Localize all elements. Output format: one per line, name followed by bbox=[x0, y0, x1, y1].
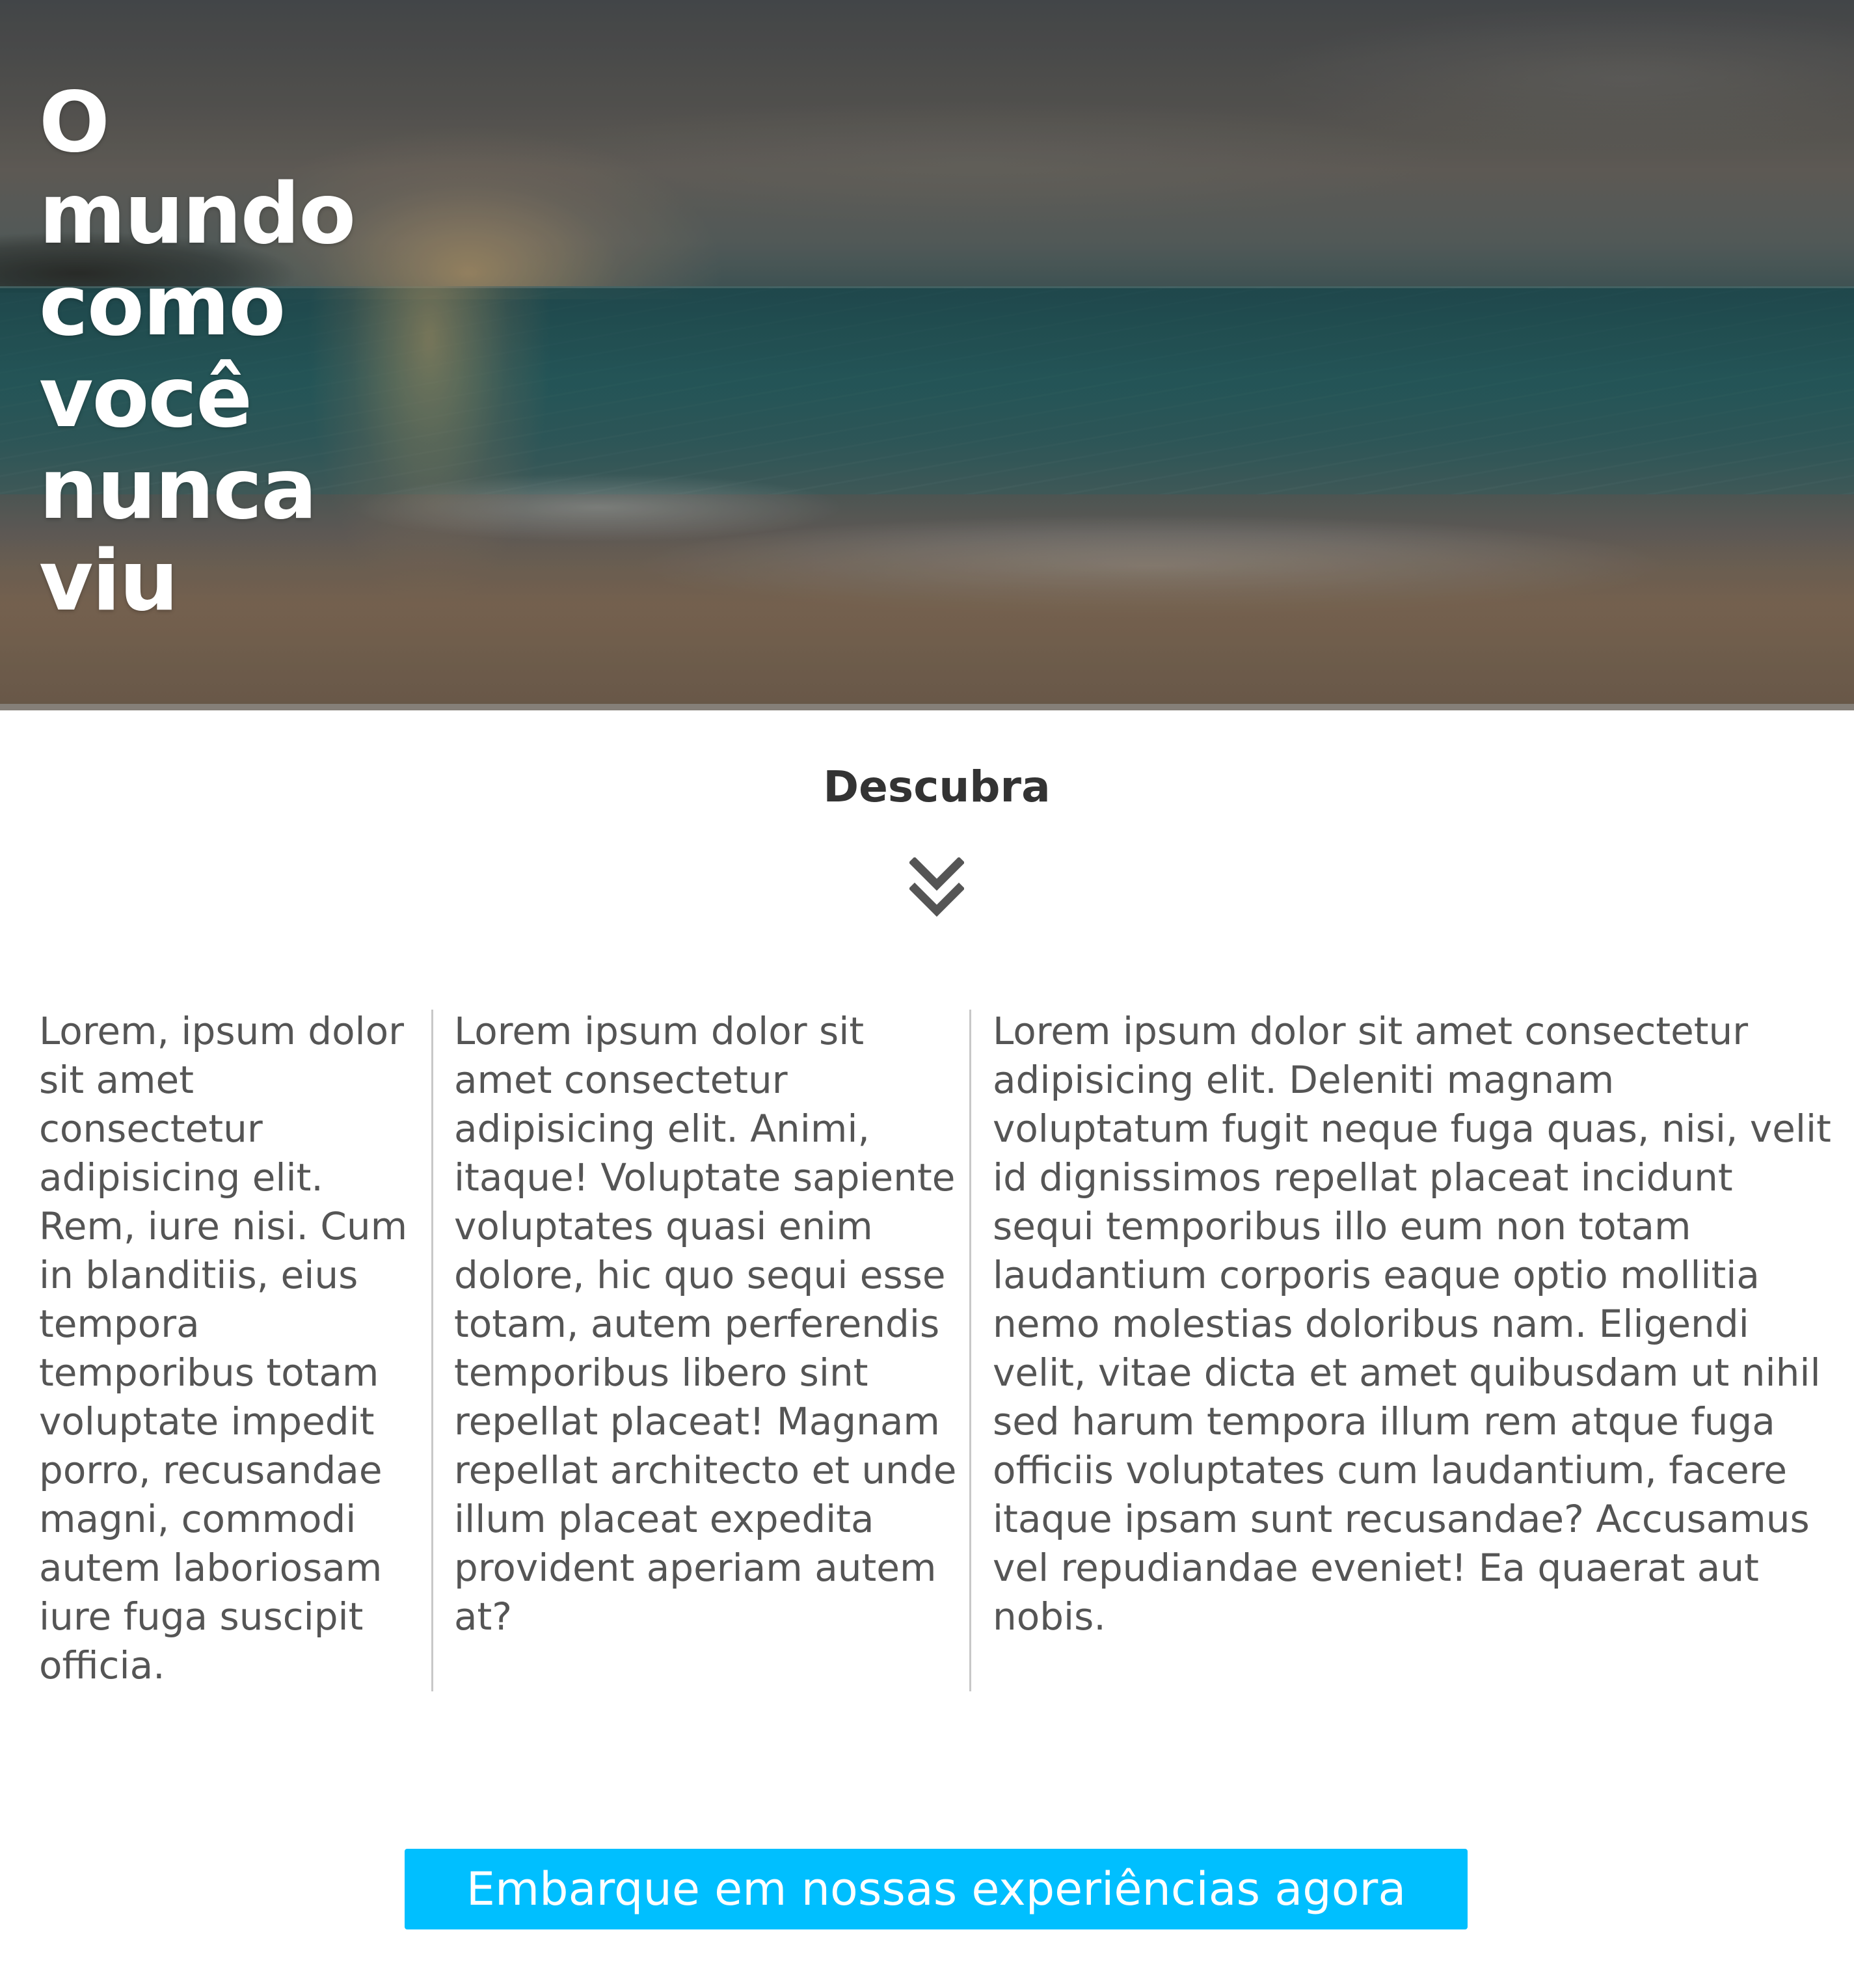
text-column-1: Lorem, ipsum dolor sit amet consectetur … bbox=[39, 1009, 408, 1687]
column-divider bbox=[431, 1010, 433, 1691]
cta-button[interactable]: Embarque em nossas experiências agora bbox=[405, 1849, 1468, 1929]
text-column-2: Lorem ipsum dolor sit amet consectetur a… bbox=[454, 1009, 957, 1639]
hero-banner: O mundo como você nunca viu bbox=[0, 0, 1854, 710]
hero-title: O mundo como você nunca viu bbox=[39, 74, 356, 630]
hero-bottom-border bbox=[0, 704, 1854, 710]
column-divider bbox=[969, 1010, 971, 1691]
double-chevron-down-icon[interactable] bbox=[909, 857, 964, 920]
discover-label: Descubra bbox=[823, 762, 1051, 812]
text-column-3: Lorem ipsum dolor sit amet consectetur a… bbox=[993, 1009, 1831, 1639]
